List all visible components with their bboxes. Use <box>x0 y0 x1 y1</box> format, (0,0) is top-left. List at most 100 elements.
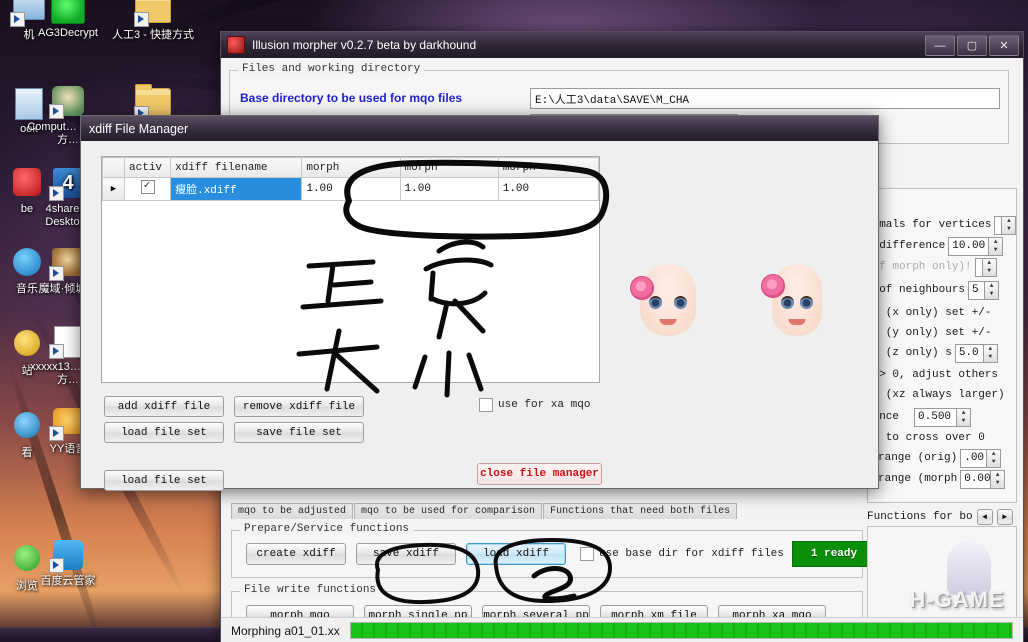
setting-spinner[interactable]: .00 ▲ ▼ <box>960 448 1002 468</box>
file-manager-titlebar[interactable]: xdiff File Manager <box>81 116 878 141</box>
setting-difference: t difference 10.00 ▲ ▼ <box>866 235 1026 257</box>
spinner-arrows-icon[interactable]: ▲ ▼ <box>956 407 972 427</box>
setting-spinner[interactable]: ▲ ▼ <box>974 257 997 277</box>
row-filename-cell[interactable]: 瘦脸.xdiff <box>170 177 303 201</box>
save-file-set-button[interactable]: save file set <box>234 422 364 443</box>
setting-label: range (orig) <box>878 452 958 464</box>
status-text: Morphing a01_01.xx <box>231 623 340 638</box>
row-marker: ▶ <box>101 177 126 201</box>
settings-tab-label: Functions for bo <box>867 511 973 523</box>
xdiff-grid[interactable]: activ xdiff filename morph morph morph ▶ <box>101 156 600 383</box>
desktop-icon-label: 人工3 - 快捷方式 <box>112 29 194 41</box>
col-header-active[interactable]: activ <box>124 157 172 178</box>
desktop-icon-rengong3[interactable]: 人工3 - 快捷方式 <box>110 0 196 42</box>
shortcut-arrow-icon <box>49 558 64 573</box>
setting-xdiff-morph-only: iff morph only)! ▲ ▼ <box>866 256 1026 278</box>
row-active-cell[interactable]: ✓ <box>124 177 172 201</box>
main-window-titlebar[interactable]: Illusion morpher v0.2.7 beta by darkhoun… <box>221 32 1023 58</box>
create-xdiff-button[interactable]: create xdiff <box>246 543 346 565</box>
setting-value[interactable]: 5 <box>968 280 985 300</box>
row-morph1-cell[interactable]: 1.00 <box>301 177 401 201</box>
eye-right <box>673 296 687 309</box>
col-header-morph-1[interactable]: morph <box>301 157 401 178</box>
setting-cross-over: es to cross over 0 <box>866 427 1026 449</box>
use-for-xa-mqo-checkbox[interactable]: use for xa mqo <box>479 398 590 412</box>
face-skin <box>639 264 696 336</box>
screen: 机 AG3Decrypt 人工3 - 快捷方式 ook Comput… - 快捷… <box>0 0 1028 642</box>
base-dir-label: Base directory to be used for mqo files <box>240 91 463 105</box>
progress-bar <box>349 622 1013 639</box>
setting-distance: tance 0.500 ▲ ▼ <box>866 406 1026 428</box>
setting-spinner[interactable]: 5 ▲ ▼ <box>968 280 1000 300</box>
tab-scroll-left-icon[interactable]: ◄ <box>976 509 993 525</box>
remove-xdiff-file-button[interactable]: remove xdiff file <box>234 396 364 417</box>
use-for-xa-mqo-label: use for xa mqo <box>498 399 591 411</box>
ag3decrypt-icon <box>50 0 86 24</box>
setting-mode-y-only: de (y only) set +/- <box>866 322 1026 344</box>
desktop-icon-label: AG3Decrypt <box>38 27 98 39</box>
setting-spinner[interactable]: 5.0 ▲ ▼ <box>954 343 998 363</box>
use-base-dir-label: use base dir for xdiff files <box>599 548 784 560</box>
use-base-dir-checkbox[interactable]: use base dir for xdiff files <box>580 547 784 561</box>
watermark-text: H-GAME <box>909 587 1005 612</box>
tab-scroll-right-icon[interactable]: ► <box>996 509 1013 525</box>
checkbox-box <box>580 547 594 561</box>
spinner-arrows-icon[interactable]: ▲ ▼ <box>986 448 1002 468</box>
setting-spinner[interactable]: 10.00 ▲ ▼ <box>948 236 1004 256</box>
setting-value[interactable]: 0.500 <box>914 407 957 427</box>
setting-spinner[interactable]: 0.00 ▲ ▼ <box>960 469 1006 489</box>
setting-decimals-vertices: cimals for vertices ▲ ▼ <box>866 214 1026 236</box>
add-xdiff-file-button[interactable]: add xdiff file <box>104 396 224 417</box>
setting-value[interactable]: 0.00 <box>960 469 991 489</box>
eye-left <box>780 296 794 309</box>
row-morph3-cell[interactable]: 1.00 <box>497 177 600 201</box>
save-xdiff-button[interactable]: save xdiff <box>356 543 456 565</box>
close-file-manager-button[interactable]: close file manager <box>477 463 602 485</box>
spinner-arrows-icon[interactable]: ▲ ▼ <box>984 280 1000 300</box>
spinner-arrows-icon[interactable]: ▲ ▼ <box>1001 215 1017 235</box>
setting-label: es to cross over 0 <box>866 432 985 444</box>
hgame-watermark: H-GAME <box>897 541 1017 613</box>
tab-mqo-comparison[interactable]: mqo to be used for comparison <box>354 503 543 519</box>
desktop-icon-ag3decrypt[interactable]: AG3Decrypt <box>25 0 111 40</box>
col-header-morph-2[interactable]: morph <box>399 157 499 178</box>
load-xdiff-button[interactable]: load xdiff <box>466 543 566 565</box>
maximize-button[interactable]: ▢ <box>957 35 987 56</box>
setting-value[interactable]: 5.0 <box>954 343 983 363</box>
load-file-set-button-1[interactable]: load file set <box>104 422 224 443</box>
load-file-set-button-2[interactable]: load file set <box>104 470 224 491</box>
shortcut-arrow-icon <box>10 12 25 27</box>
setting-spinner[interactable]: 0.500 ▲ ▼ <box>914 407 972 427</box>
settings-panel: cimals for vertices ▲ ▼ t difference 10.0… <box>866 188 1017 503</box>
col-header-filename[interactable]: xdiff filename <box>170 157 303 178</box>
active-checkbox[interactable]: ✓ <box>140 180 155 194</box>
setting-mode-z-only: de (z only) s 5.0 ▲ ▼ <box>866 342 1026 364</box>
setting-label: ng (xz always larger) <box>866 389 1005 401</box>
setting-xz-larger: ng (xz always larger) <box>866 384 1026 406</box>
tab-both-files[interactable]: Functions that need both files <box>543 503 738 519</box>
spinner-arrows-icon[interactable]: ▲ ▼ <box>982 343 998 363</box>
minimize-button[interactable]: — <box>925 35 955 56</box>
setting-value[interactable]: 10.00 <box>948 236 989 256</box>
tab-mqo-adjusted[interactable]: mqo to be adjusted <box>231 503 354 519</box>
col-header-morph-3[interactable]: morph <box>497 157 600 178</box>
spinner-arrows-icon[interactable]: ▲ ▼ <box>981 257 997 277</box>
status-bar: Morphing a01_01.xx <box>221 617 1023 642</box>
base-dir-input[interactable]: E:\人工3\data\SAVE\M_CHA <box>530 88 1000 109</box>
mouth <box>788 319 805 325</box>
table-row[interactable]: ▶ ✓ 瘦脸.xdiff 1.00 1.00 1.00 <box>101 177 600 201</box>
shortcut-arrow-icon <box>49 426 64 441</box>
prepare-group-caption: Prepare/Service functions <box>240 523 414 535</box>
file-manager-body: activ xdiff filename morph morph morph ▶ <box>81 141 878 491</box>
close-button[interactable]: ✕ <box>989 35 1019 56</box>
setting-spinner[interactable]: ▲ ▼ <box>994 215 1017 235</box>
setting-value[interactable]: .00 <box>960 448 987 468</box>
desktop-icon-baiduyun[interactable]: 百度云管家 <box>25 540 111 588</box>
spinner-arrows-icon[interactable]: ▲ ▼ <box>990 469 1006 489</box>
xdiff-table: activ xdiff filename morph morph morph ▶ <box>101 157 600 201</box>
spinner-arrows-icon[interactable]: ▲ ▼ <box>988 236 1004 256</box>
settings-tab-header: Functions for bo ◄ ► <box>867 506 1015 528</box>
main-tab-strip: mqo to be adjusted mqo to be used for co… <box>231 503 738 519</box>
row-morph2-cell[interactable]: 1.00 <box>399 177 499 201</box>
progress-fill <box>350 623 1012 638</box>
